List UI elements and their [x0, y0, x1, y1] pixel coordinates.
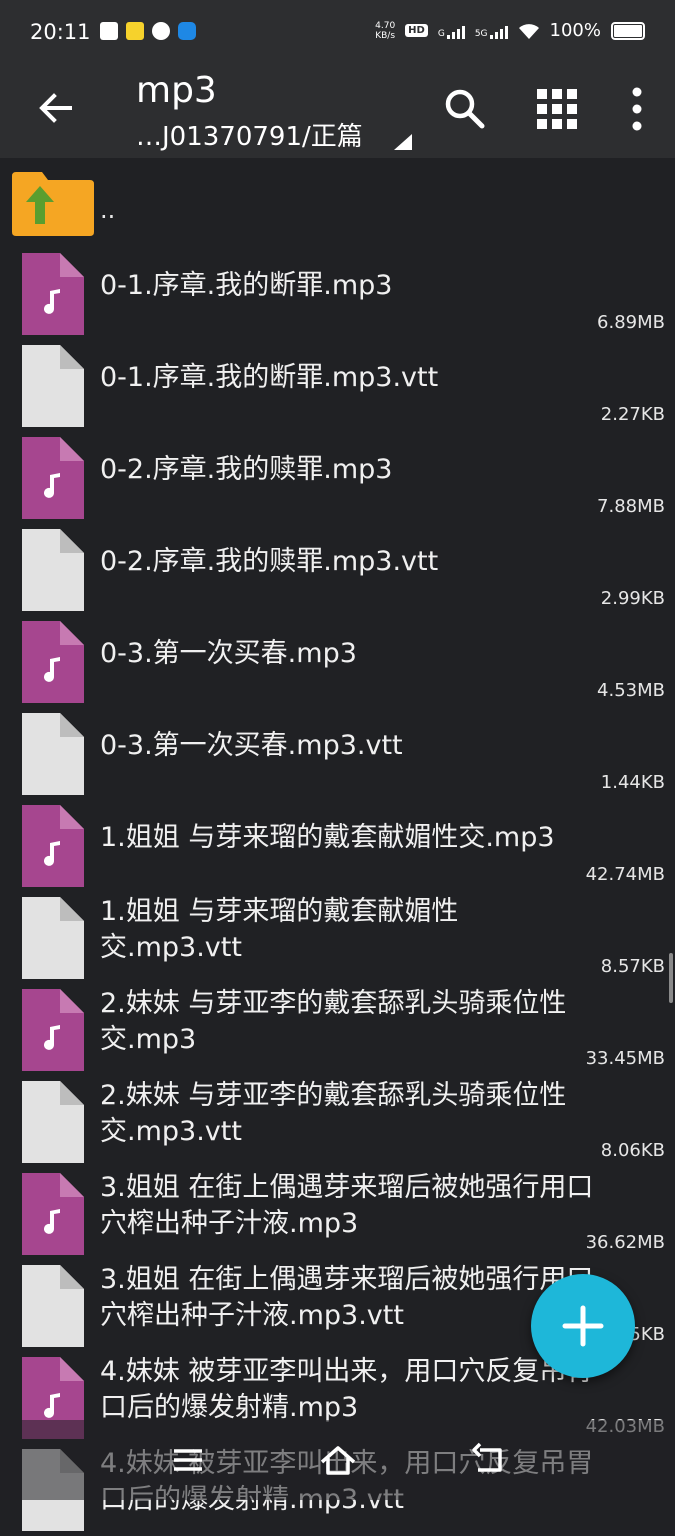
audio-file-icon [22, 805, 84, 887]
system-nav-bar [0, 1420, 675, 1500]
grid-view-icon[interactable] [532, 84, 582, 134]
file-name: 0-1.序章.我的断罪.mp3 [100, 270, 393, 301]
file-row[interactable]: 2.妹妹 与芽亚李的戴套舔乳头骑乘位性交.mp3 33.45MB [0, 984, 675, 1076]
wifi-icon [518, 23, 539, 39]
file-row[interactable]: 0-3.第一次买春.mp3.vtt 1.44KB [0, 708, 675, 800]
file-name: 0-2.序章.我的赎罪.mp3.vtt [100, 546, 439, 577]
search-icon[interactable] [440, 84, 490, 134]
folder-up-icon [12, 172, 94, 236]
page-title: mp3 [136, 70, 217, 111]
network-speed: 4.70 KB/s [375, 20, 396, 41]
audio-file-icon [22, 989, 84, 1071]
audio-file-icon [22, 253, 84, 335]
more-vert-icon[interactable] [612, 84, 662, 134]
parent-directory-label: .. [100, 196, 116, 224]
nav-back-icon[interactable] [468, 1440, 508, 1480]
file-size: 2.99KB [600, 588, 665, 609]
signal-sim2: 5G [475, 23, 508, 39]
file-name: 3.姐姐 在街上偶遇芽来瑠后被她强行用口穴榨出种子汁液.mp3 [100, 1172, 594, 1239]
path-dropdown-icon[interactable] [394, 134, 412, 150]
file-size: 4.53MB [597, 680, 665, 701]
notification-icons [100, 22, 196, 40]
file-row[interactable]: 0-1.序章.我的断罪.mp3 6.89MB [0, 248, 675, 340]
battery-percent: 100% [549, 20, 601, 41]
vip-icon [126, 22, 144, 40]
file-name: 1.姐姐 与芽来瑠的戴套献媚性交.mp3 [100, 822, 555, 853]
file-name: 3.姐姐 在街上偶遇芽来瑠后被她强行用口穴榨出种子汁液.mp3.vtt [100, 1264, 594, 1331]
status-time: 20:11 [30, 20, 91, 44]
hd-voice-icon: HD [405, 24, 428, 37]
file-row[interactable]: 1.姐姐 与芽来瑠的戴套献媚性交.mp3 42.74MB [0, 800, 675, 892]
file-name: 2.妹妹 与芽亚李的戴套舔乳头骑乘位性交.mp3.vtt [100, 1080, 567, 1147]
file-name: 0-3.第一次买春.mp3.vtt [100, 730, 403, 761]
add-fab-button[interactable] [531, 1274, 635, 1378]
document-file-icon [22, 713, 84, 795]
clipboard-check-icon [100, 22, 118, 40]
arrow-back-icon[interactable] [34, 86, 78, 130]
path-breadcrumb[interactable]: …J01370791/正篇 [136, 116, 363, 153]
file-name: 0-1.序章.我的断罪.mp3.vtt [100, 362, 439, 393]
audio-file-icon [22, 1173, 84, 1255]
file-name: 0-2.序章.我的赎罪.mp3 [100, 454, 393, 485]
file-size: 36.62MB [585, 1232, 665, 1253]
swirl-app-icon [152, 22, 170, 40]
file-size: 6.89MB [597, 312, 665, 333]
file-name: 2.妹妹 与芽亚李的戴套舔乳头骑乘位性交.mp3 [100, 988, 567, 1055]
signal-sim1: G [438, 23, 465, 39]
file-size: 1.44KB [600, 772, 665, 793]
file-size: 2.27KB [600, 404, 665, 425]
signal-bars-icon [446, 23, 465, 39]
app-toolbar: mp3 …J01370791/正篇 [0, 68, 675, 158]
document-file-icon [22, 1265, 84, 1347]
menu-icon[interactable] [168, 1440, 208, 1480]
home-icon[interactable] [318, 1440, 358, 1480]
file-size: 33.45MB [585, 1048, 665, 1069]
file-size: 8.57KB [600, 956, 665, 977]
audio-file-icon [22, 437, 84, 519]
file-row[interactable]: 3.姐姐 在街上偶遇芽来瑠后被她强行用口穴榨出种子汁液.mp3 36.62MB [0, 1168, 675, 1260]
file-name: 1.姐姐 与芽来瑠的戴套献媚性交.mp3.vtt [100, 896, 459, 963]
file-row[interactable]: 2.妹妹 与芽亚李的戴套舔乳头骑乘位性交.mp3.vtt 8.06KB [0, 1076, 675, 1168]
plus-icon [562, 1305, 604, 1347]
status-bar: 20:11 4.70 KB/s HD G 5G 100% [0, 0, 675, 68]
file-row[interactable]: 0-2.序章.我的赎罪.mp3 7.88MB [0, 432, 675, 524]
robot-app-icon [178, 22, 196, 40]
file-name: 0-3.第一次买春.mp3 [100, 638, 357, 669]
battery-icon [611, 21, 645, 40]
file-size: 42.74MB [585, 864, 665, 885]
audio-file-icon [22, 621, 84, 703]
scrollbar-thumb[interactable] [669, 953, 673, 1003]
document-file-icon [22, 529, 84, 611]
document-file-icon [22, 897, 84, 979]
signal-bars-icon [489, 23, 508, 39]
parent-directory-row[interactable]: .. [0, 158, 675, 248]
file-name: 4.妹妹 被芽亚李叫出来，用口穴反复吊胃口后的爆发射精.mp3 [100, 1356, 594, 1423]
system-indicators: 4.70 KB/s HD G 5G 100% [375, 20, 645, 41]
file-row[interactable]: 1.姐姐 与芽来瑠的戴套献媚性交.mp3.vtt 8.57KB [0, 892, 675, 984]
file-row[interactable]: 0-2.序章.我的赎罪.mp3.vtt 2.99KB [0, 524, 675, 616]
file-size: 8.06KB [600, 1140, 665, 1161]
file-size: 7.88MB [597, 496, 665, 517]
file-row[interactable]: 0-3.第一次买春.mp3 4.53MB [0, 616, 675, 708]
file-row[interactable]: 0-1.序章.我的断罪.mp3.vtt 2.27KB [0, 340, 675, 432]
document-file-icon [22, 345, 84, 427]
document-file-icon [22, 1081, 84, 1163]
